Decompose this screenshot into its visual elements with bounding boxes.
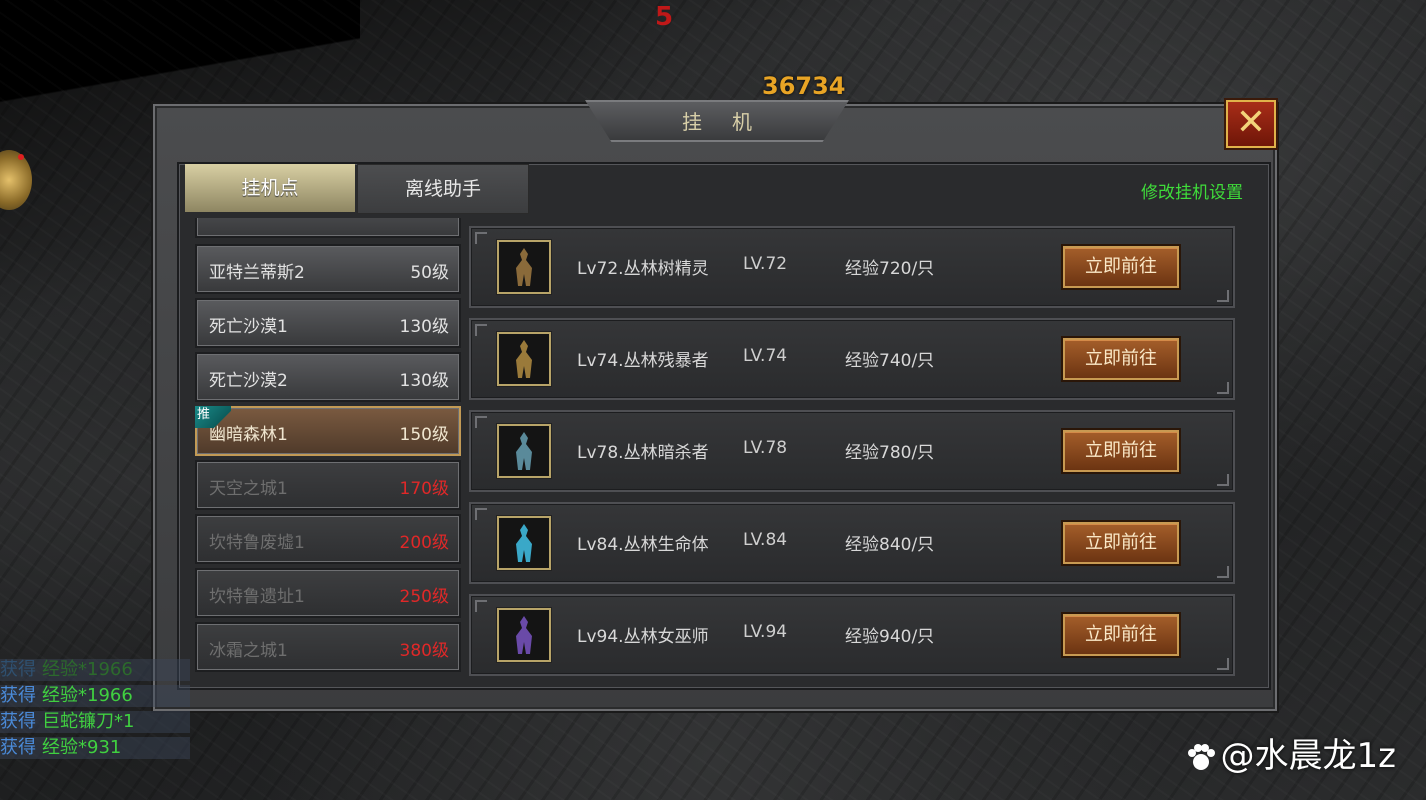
watermark: @水晨龙1z [1185,728,1396,777]
chat-label: 获得 [0,737,36,758]
monster-figure-2 [516,432,532,470]
map-list-item-locked[interactable]: 天空之城1 170级 [195,460,461,510]
monster-name: Lv78.丛林暗杀者 [577,443,709,463]
monster-figure-icon [516,524,532,562]
map-level: 250级 [399,587,449,607]
map-list-item-locked[interactable]: 坎特鲁废墟1 200级 [195,514,461,564]
monster-exp: 经验840/只 [845,535,935,555]
monster-level: LV.84 [743,530,788,550]
monster-portrait [497,516,551,570]
map-level: 50级 [410,263,449,283]
monster-level: LV.94 [743,622,788,642]
monster-name: Lv84.丛林生命体 [577,535,709,555]
monster-level: LV.78 [743,438,788,458]
go-now-button[interactable]: 立即前往 [1063,246,1179,288]
map-level: 170级 [399,479,449,499]
monster-row: Lv94.丛林女巫师 LV.94 经验940/只 立即前往 [469,594,1235,676]
map-name: 坎特鲁废墟1 [209,533,305,553]
monster-portrait [497,608,551,662]
monster-figure-icon [516,340,532,378]
modify-settings-link[interactable]: 修改挂机设置 [1141,178,1243,203]
monster-row: Lv74.丛林残暴者 LV.74 经验740/只 立即前往 [469,318,1235,400]
monster-figure-icon [516,432,532,470]
monster-portrait [497,240,551,294]
map-list-item-locked[interactable]: 冰霜之城1 380级 [195,622,461,672]
map-name: 冰霜之城1 [209,641,288,661]
chat-log-line: 获得 巨蛇镰刀*1 [0,711,190,733]
map-list-item[interactable]: 死亡沙漠2 130级 [195,352,461,402]
monster-figure-icon [516,248,532,286]
monster-exp: 经验720/只 [845,259,935,279]
monster-name: Lv72.丛林树精灵 [577,259,709,279]
monster-name: Lv94.丛林女巫师 [577,627,709,647]
monster-figure-4 [516,616,532,654]
monster-figure-0 [516,248,532,286]
monster-portrait [497,424,551,478]
map-list-item-selected[interactable]: 幽暗森林1 150级 推 [195,406,461,456]
monster-exp: 经验740/只 [845,351,935,371]
monster-row: Lv72.丛林树精灵 LV.72 经验720/只 立即前往 [469,226,1235,308]
go-now-button[interactable]: 立即前往 [1063,430,1179,472]
map-name: 死亡沙漠2 [209,371,288,391]
watermark-text: @水晨龙1z [1220,736,1396,776]
map-name: 坎特鲁遗址1 [209,587,305,607]
tab-offline-assistant[interactable]: 离线助手 [357,164,529,214]
monster-row: Lv84.丛林生命体 LV.84 经验840/只 立即前往 [469,502,1235,584]
monster-level: LV.72 [743,254,788,274]
map-list-item[interactable]: 死亡沙漠1 130级 [195,298,461,348]
monster-figure-icon [516,616,532,654]
monster-list: Lv72.丛林树精灵 LV.72 经验720/只 立即前往 Lv74.丛林残暴者… [469,226,1235,686]
chat-log-line: 获得 经验*1966 [0,659,190,681]
paw-icon [1187,743,1215,770]
map-level: 150级 [399,425,449,445]
map-list[interactable]: 亚特兰蒂斯2 50级 死亡沙漠1 130级 死亡沙漠2 130级 幽暗森林1 1… [195,218,461,680]
chat-log-line: 获得 经验*931 [0,737,190,759]
recommended-tag: 推 [195,406,231,428]
map-level: 200级 [399,533,449,553]
map-level: 130级 [399,371,449,391]
chat-value: 经验*931 [42,737,122,758]
chat-value: 经验*1966 [42,685,133,706]
auto-battle-dialog: 挂机 ✕ 挂机点 离线助手 修改挂机设置 亚特兰蒂斯2 50级 死亡沙漠1 13… [153,100,1277,711]
monster-portrait [497,332,551,386]
damage-number-gold: 36734 [762,72,846,100]
map-name: 死亡沙漠1 [209,317,288,337]
monster-figure-3 [516,524,532,562]
go-now-button[interactable]: 立即前往 [1063,522,1179,564]
close-button[interactable]: ✕ [1226,100,1276,148]
chat-label: 获得 [0,711,36,732]
chat-value: 经验*1966 [42,659,133,680]
title-plate: 挂机 [585,100,849,142]
damage-number-red: 5 [655,2,674,32]
map-list-item[interactable]: 亚特兰蒂斯2 50级 [195,244,461,294]
map-name: 亚特兰蒂斯2 [209,263,305,283]
map-level: 380级 [399,641,449,661]
chat-log-line: 获得 经验*1966 [0,685,190,707]
chat-value: 巨蛇镰刀*1 [42,711,135,732]
go-now-button[interactable]: 立即前往 [1063,614,1179,656]
monster-exp: 经验780/只 [845,443,935,463]
map-name: 天空之城1 [209,479,288,499]
map-level: 130级 [399,317,449,337]
map-list-item-partial[interactable] [195,218,461,238]
chat-label: 获得 [0,685,36,706]
monster-row: Lv78.丛林暗杀者 LV.78 经验780/只 立即前往 [469,410,1235,492]
chat-label: 获得 [0,659,36,680]
dialog-title: 挂机 [682,110,782,134]
monster-level: LV.74 [743,346,788,366]
monster-exp: 经验940/只 [845,627,935,647]
map-list-item-locked[interactable]: 坎特鲁遗址1 250级 [195,568,461,618]
monster-figure-1 [516,340,532,378]
monster-name: Lv74.丛林残暴者 [577,351,709,371]
go-now-button[interactable]: 立即前往 [1063,338,1179,380]
tab-hang-point[interactable]: 挂机点 [185,164,355,212]
